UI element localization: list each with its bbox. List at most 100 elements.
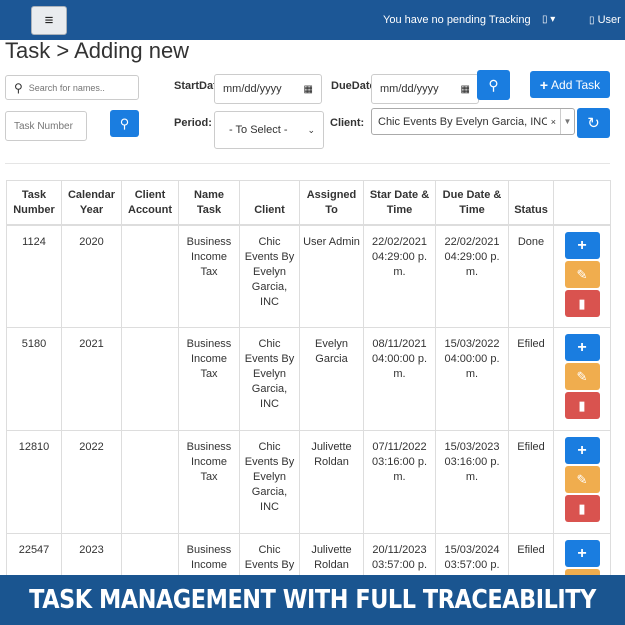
col-header-client[interactable]: Client bbox=[239, 180, 300, 226]
add-tracking-button[interactable]: + bbox=[564, 437, 600, 464]
cell-calendar-year: 2020 bbox=[61, 224, 122, 328]
row-actions: + ✎ ▮ bbox=[553, 224, 611, 328]
task-number-input[interactable] bbox=[5, 111, 87, 141]
delete-button[interactable]: ▮ bbox=[564, 289, 600, 317]
client-select[interactable]: Chic Events By Evelyn Garcia, INC × ▼ bbox=[371, 108, 575, 135]
search-field[interactable]: ⚲ bbox=[5, 75, 139, 100]
col-header-assigned-to[interactable]: Assigned To bbox=[299, 180, 364, 226]
add-tracking-button[interactable]: + bbox=[564, 540, 600, 567]
user-icon: ▯ bbox=[589, 15, 595, 26]
calendar-icon[interactable]: ▦ bbox=[461, 84, 470, 95]
cell-due-date: 15/03/2022 04:00:00 p. m. bbox=[435, 327, 509, 431]
plus-icon: + bbox=[539, 76, 549, 93]
cell-due-date: 15/03/2023 03:16:00 p. m. bbox=[435, 430, 509, 534]
plus-icon: + bbox=[577, 236, 587, 254]
cell-client: Chic Events By Evelyn Garcia, INC bbox=[239, 224, 300, 328]
cell-start-date: 07/11/2022 03:16:00 p. m. bbox=[363, 430, 436, 534]
add-tracking-button[interactable]: + bbox=[564, 231, 600, 259]
cell-status: Efiled bbox=[508, 327, 554, 431]
add-tracking-button[interactable]: + bbox=[564, 334, 600, 361]
pencil-icon: ✎ bbox=[576, 266, 588, 282]
period-value: - To Select - bbox=[229, 124, 288, 136]
cell-client-account bbox=[121, 224, 179, 328]
cell-assigned-to: Julivette Roldan bbox=[299, 430, 364, 534]
col-header-status[interactable]: Status bbox=[508, 180, 554, 226]
col-header-start-date[interactable]: Star Date & Time bbox=[363, 180, 436, 226]
col-header-task-number[interactable]: Task Number bbox=[6, 180, 62, 226]
cell-client-account bbox=[121, 327, 179, 431]
col-header-actions bbox=[553, 180, 611, 226]
edit-button[interactable]: ✎ bbox=[564, 363, 600, 390]
cell-client-account bbox=[121, 430, 179, 534]
pending-tracking-text: You have no pending Tracking bbox=[383, 14, 531, 26]
delete-button[interactable]: ▮ bbox=[564, 495, 600, 522]
due-date-value: mm/dd/yyyy bbox=[380, 83, 439, 95]
chevron-down-icon: ▾ bbox=[550, 14, 556, 25]
period-label: Period: bbox=[174, 117, 212, 129]
hamburger-menu-button[interactable]: ≡ bbox=[31, 6, 67, 35]
add-task-button[interactable]: + Add Task bbox=[530, 71, 610, 98]
trash-icon: ▮ bbox=[578, 295, 586, 311]
promo-banner: TASK MANAGEMENT WITH FULL TRACEABILITY bbox=[0, 575, 625, 625]
start-date-input[interactable]: mm/dd/yyyy ▦ bbox=[214, 74, 322, 104]
chevron-down-icon: ⌄ bbox=[307, 124, 315, 135]
cell-status: Efiled bbox=[508, 430, 554, 534]
col-header-calendar-year[interactable]: Calendar Year bbox=[61, 180, 122, 226]
user-label: User bbox=[597, 14, 621, 26]
col-header-client-account[interactable]: Client Account bbox=[121, 180, 179, 226]
cell-status: Done bbox=[508, 224, 554, 328]
cell-calendar-year: 2021 bbox=[61, 327, 122, 431]
notifications-dropdown[interactable]: ▯ ▾ bbox=[542, 14, 555, 25]
search-icon: ⚲ bbox=[119, 115, 130, 131]
delete-button[interactable]: ▮ bbox=[564, 392, 600, 419]
table-row: 12810 2022 Business Income Tax Chic Even… bbox=[6, 430, 611, 534]
edit-button[interactable]: ✎ bbox=[564, 260, 600, 288]
start-date-value: mm/dd/yyyy bbox=[223, 83, 282, 95]
cell-task-number: 5180 bbox=[6, 327, 62, 431]
hamburger-icon: ≡ bbox=[44, 12, 54, 29]
cell-client: Chic Events By Evelyn Garcia, INC bbox=[239, 327, 300, 431]
cell-start-date: 08/11/2021 04:00:00 p. m. bbox=[363, 327, 436, 431]
edit-button[interactable]: ✎ bbox=[564, 466, 600, 493]
calendar-icon[interactable]: ▦ bbox=[304, 84, 313, 95]
task-table: Task Number Calendar Year Client Account… bbox=[6, 180, 611, 625]
cell-task-number: 1124 bbox=[6, 224, 62, 328]
period-select[interactable]: - To Select - ⌄ bbox=[214, 111, 324, 149]
search-input[interactable] bbox=[28, 82, 119, 93]
table-row: 5180 2021 Business Income Tax Chic Event… bbox=[6, 327, 611, 431]
col-header-due-date[interactable]: Due Date & Time bbox=[435, 180, 509, 226]
cell-calendar-year: 2022 bbox=[61, 430, 122, 534]
cell-name-task: Business Income Tax bbox=[178, 327, 240, 431]
date-search-button[interactable]: ⚲ bbox=[477, 70, 510, 100]
start-date-label: StartDat bbox=[174, 80, 217, 92]
user-menu[interactable]: ▯ User bbox=[589, 14, 621, 26]
cell-name-task: Business Income Tax bbox=[178, 224, 240, 328]
cell-start-date: 22/02/2021 04:29:00 p. m. bbox=[363, 224, 436, 328]
banner-text: TASK MANAGEMENT WITH FULL TRACEABILITY bbox=[29, 585, 596, 615]
chevron-down-icon[interactable]: ▼ bbox=[560, 109, 574, 134]
top-navbar: ≡ You have no pending Tracking ▯ ▾ ▯ Use… bbox=[0, 0, 625, 40]
trash-icon: ▮ bbox=[578, 501, 586, 516]
clear-selection-icon[interactable]: × bbox=[547, 117, 560, 127]
refresh-button[interactable]: ↻ bbox=[577, 108, 610, 138]
page-title: Task > Adding new bbox=[5, 38, 190, 63]
cell-due-date: 22/02/2021 04:29:00 p. m. bbox=[435, 224, 509, 328]
cell-assigned-to: Evelyn Garcia bbox=[299, 327, 364, 431]
add-task-label: Add Task bbox=[551, 77, 601, 92]
cell-client: Chic Events By Evelyn Garcia, INC bbox=[239, 430, 300, 534]
plus-icon: + bbox=[577, 442, 587, 459]
cell-name-task: Business Income Tax bbox=[178, 430, 240, 534]
search-icon: ⚲ bbox=[488, 76, 499, 93]
client-label: Client: bbox=[330, 117, 365, 129]
refresh-icon: ↻ bbox=[587, 115, 600, 132]
due-date-label: DueDate bbox=[331, 80, 376, 92]
plus-icon: + bbox=[577, 545, 587, 562]
task-number-search-button[interactable]: ⚲ bbox=[110, 110, 139, 137]
due-date-input[interactable]: mm/dd/yyyy ▦ bbox=[371, 74, 479, 104]
cell-task-number: 12810 bbox=[6, 430, 62, 534]
table-row: 1124 2020 Business Income Tax Chic Event… bbox=[6, 224, 611, 328]
table-header-row: Task Number Calendar Year Client Account… bbox=[6, 180, 611, 226]
col-header-name-task[interactable]: Name Task bbox=[178, 180, 240, 226]
divider bbox=[5, 163, 610, 164]
row-actions: + ✎ ▮ bbox=[553, 327, 611, 431]
